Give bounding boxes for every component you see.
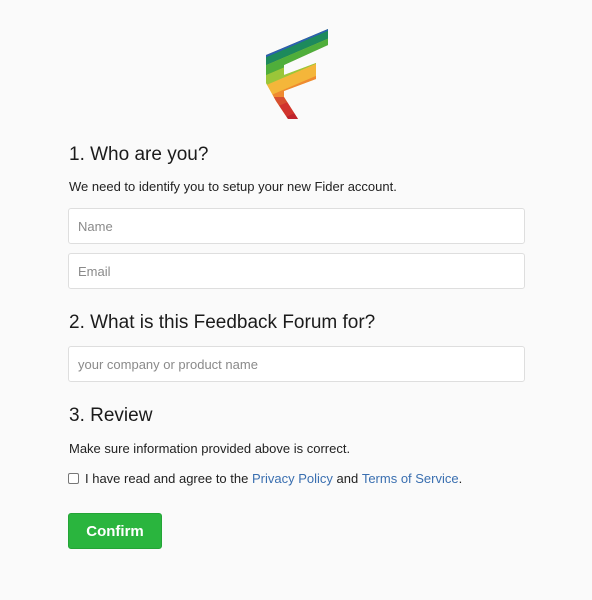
- terms-of-service-link[interactable]: Terms of Service: [362, 471, 459, 486]
- agree-terms-row: I have read and agree to the Privacy Pol…: [68, 469, 462, 487]
- name-field[interactable]: [68, 208, 525, 244]
- agree-and-text: and: [332, 470, 362, 486]
- section-title-review: 3. Review: [69, 405, 153, 426]
- confirm-button[interactable]: Confirm: [68, 513, 162, 549]
- email-field[interactable]: [68, 253, 525, 289]
- agree-prefix-text: I have read and agree to the: [85, 470, 252, 486]
- agree-checkbox[interactable]: [68, 472, 79, 484]
- fider-logo-icon: [262, 27, 332, 123]
- agree-suffix-text: .: [458, 470, 463, 486]
- section-description-who: We need to identify you to setup your ne…: [69, 179, 397, 194]
- section-description-review: Make sure information provided above is …: [69, 441, 351, 456]
- forum-name-field[interactable]: [68, 346, 525, 382]
- section-title-who: 1. Who are you?: [69, 144, 209, 165]
- section-title-forum: 2. What is this Feedback Forum for?: [69, 312, 376, 333]
- privacy-policy-link[interactable]: Privacy Policy: [252, 471, 333, 486]
